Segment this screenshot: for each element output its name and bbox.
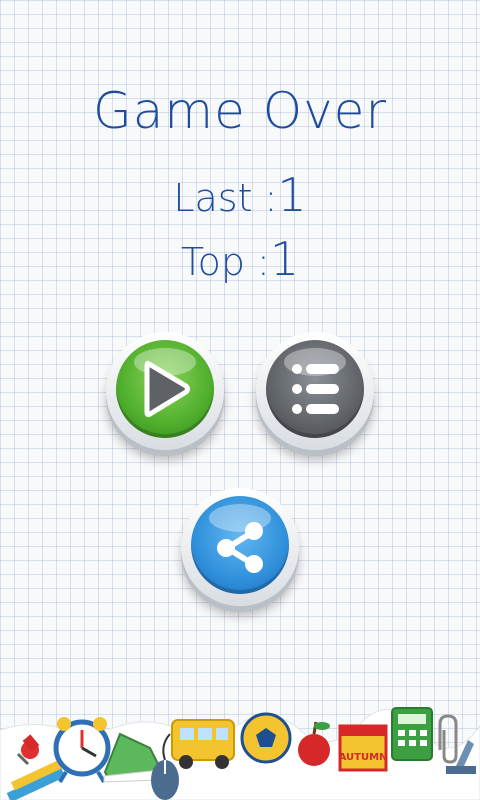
apple-icon (298, 721, 330, 766)
share-button-face (191, 496, 289, 594)
play-again-button[interactable] (106, 332, 224, 450)
top-score: Top :1 (0, 232, 480, 286)
soccer-ball-icon (240, 712, 292, 764)
play-icon (144, 360, 190, 418)
last-score-label: Last : (173, 176, 278, 220)
calculator-icon (391, 707, 433, 761)
game-over-title: Game Over (92, 82, 387, 140)
share-icon (217, 522, 263, 573)
top-score-value: 1 (269, 232, 300, 286)
last-score: Last :1 (0, 168, 480, 222)
menu-button-face (266, 340, 364, 438)
alarm-clock-icon (53, 717, 111, 784)
share-button[interactable] (181, 488, 299, 606)
autumn-calendar-icon: AUTUMN (338, 724, 388, 772)
play-button-face (116, 340, 214, 438)
last-score-value: 1 (277, 168, 307, 222)
menu-button[interactable] (256, 332, 374, 450)
top-score-label: Top : (180, 240, 270, 284)
list-menu-icon (292, 364, 339, 414)
svg-text:AUTUMN: AUTUMN (339, 752, 388, 763)
school-supplies-decoration: AUTUMN (0, 707, 480, 800)
